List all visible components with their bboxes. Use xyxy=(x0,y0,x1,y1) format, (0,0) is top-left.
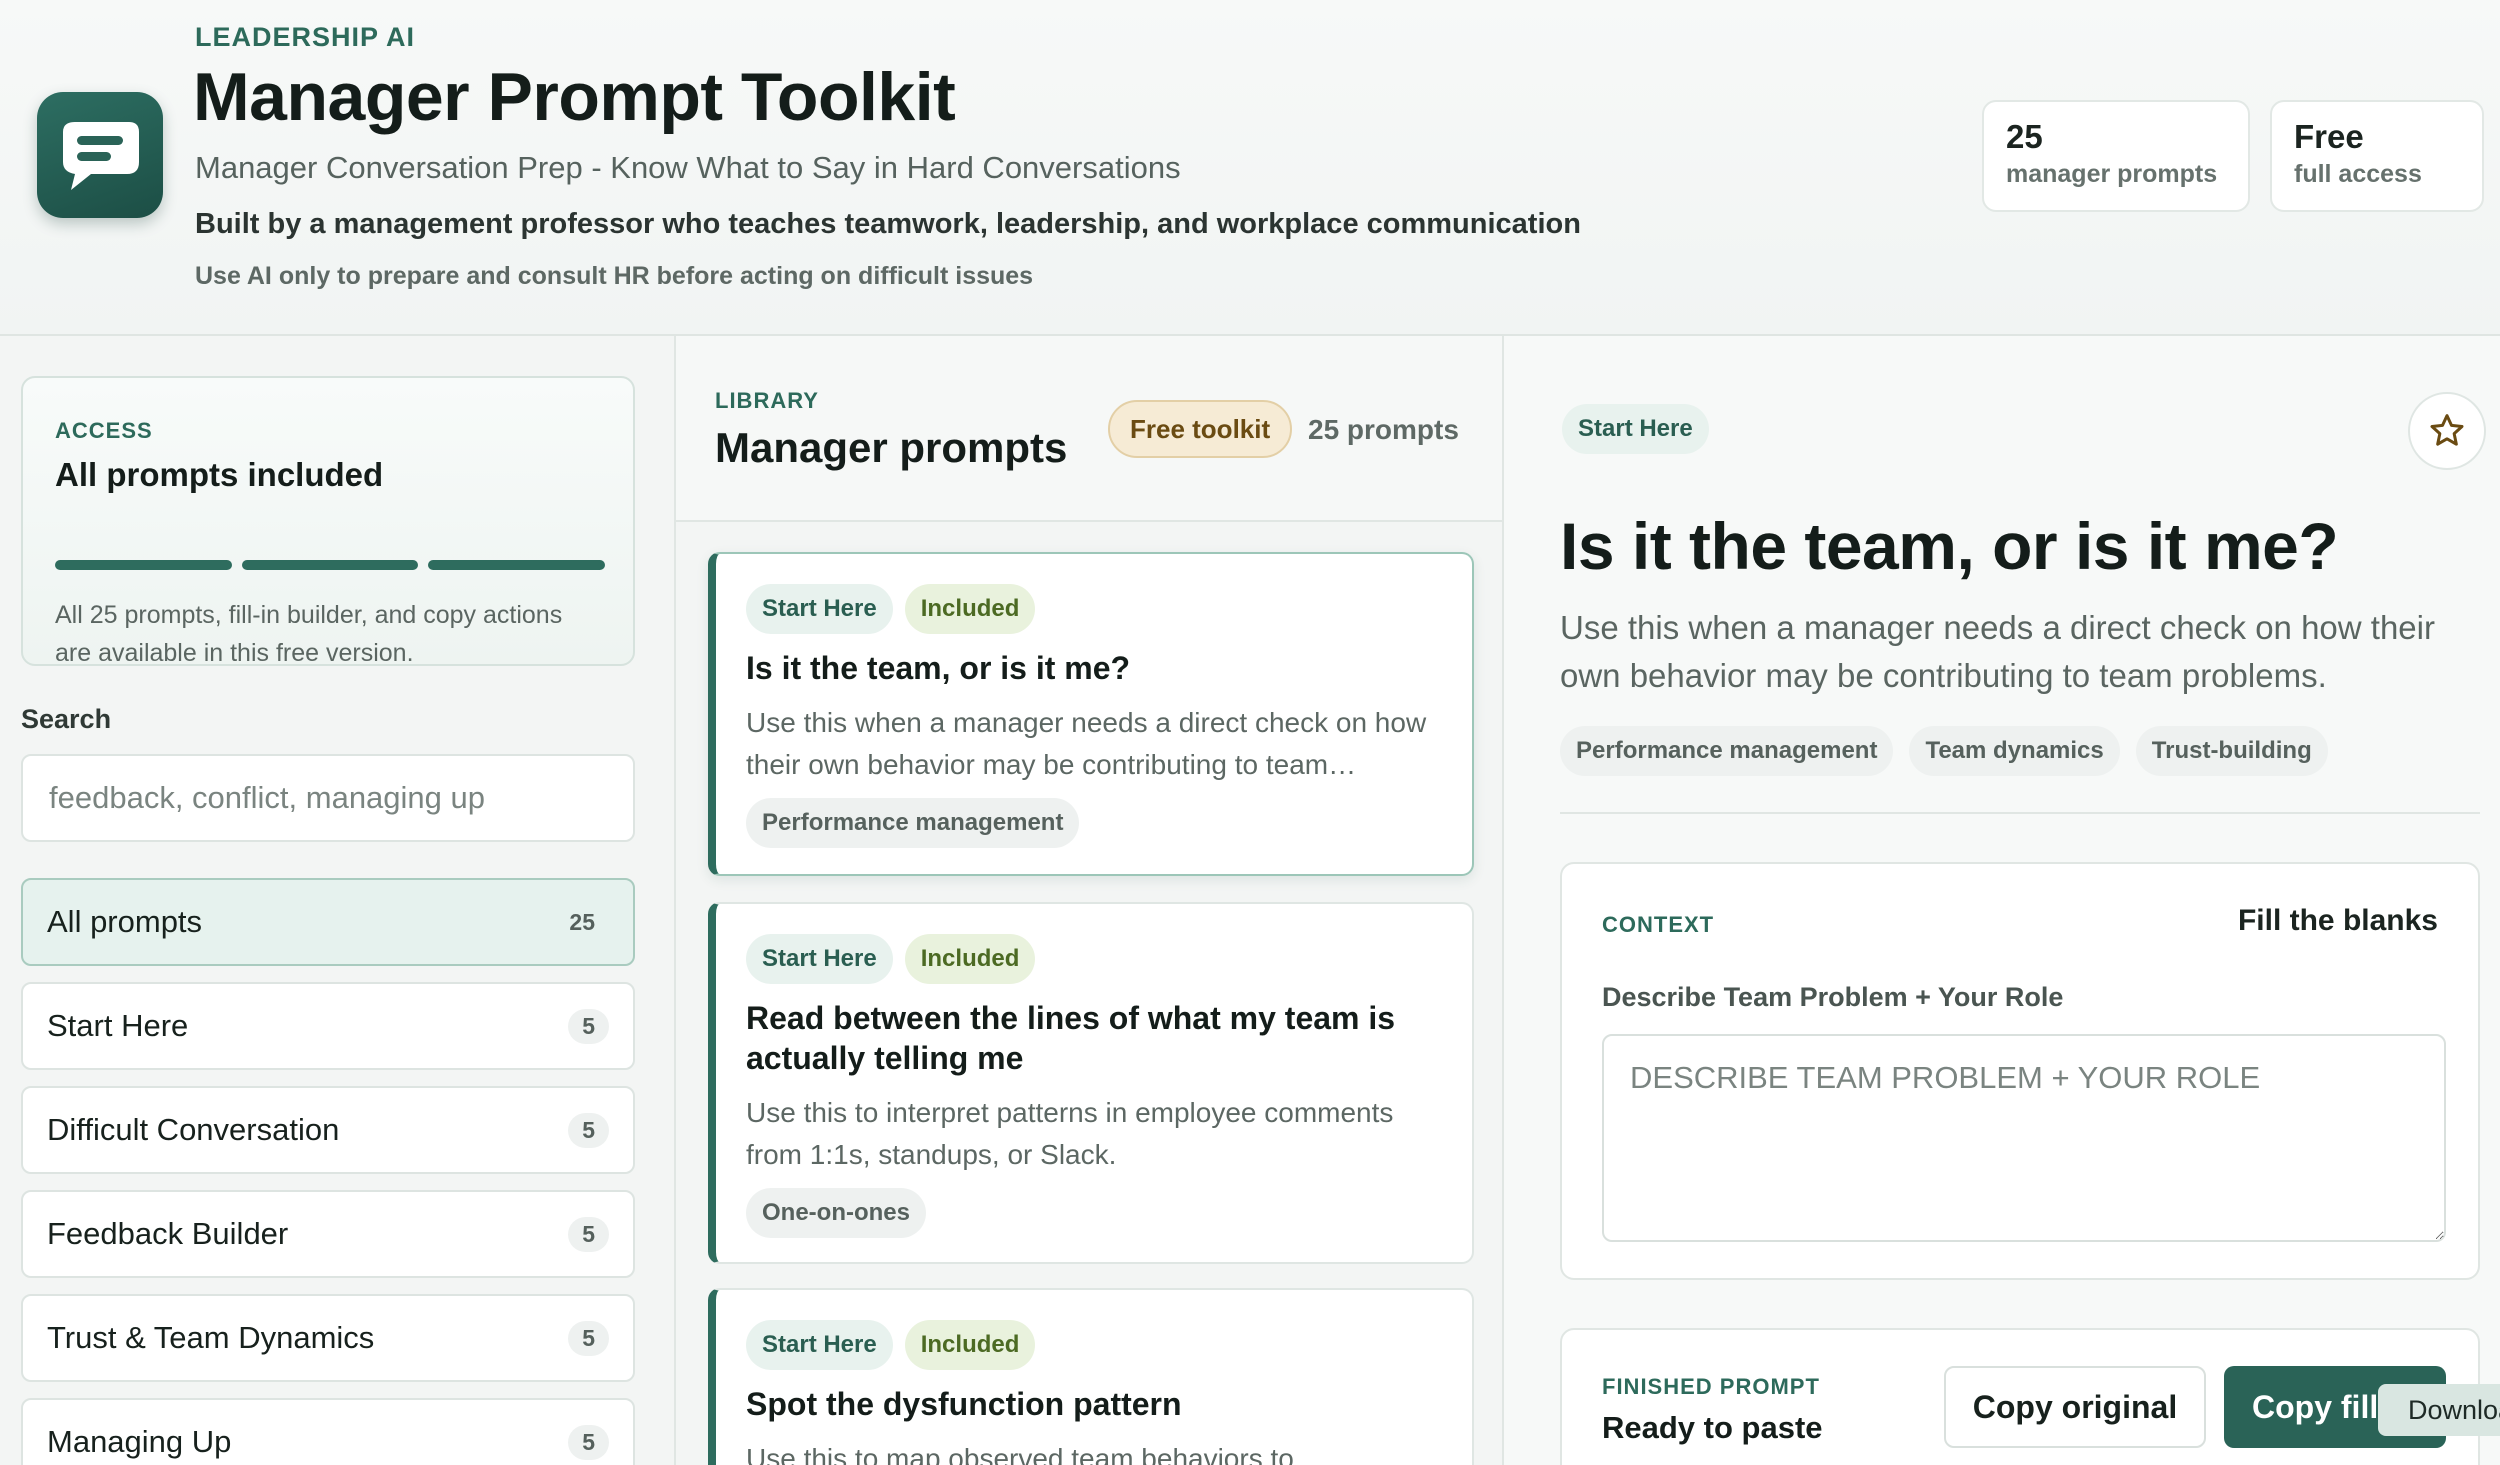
category-tag: Start Here xyxy=(746,934,893,984)
category-count: 5 xyxy=(568,1424,609,1460)
stat-card-access: Free full access xyxy=(2270,100,2484,212)
category-label: Managing Up xyxy=(47,1424,232,1459)
author-byline: Built by a management professor who teac… xyxy=(195,208,1581,240)
copy-original-button[interactable]: Copy original xyxy=(1944,1366,2206,1448)
topic-tag: Performance management xyxy=(746,798,1080,848)
field-label: Describe Team Problem + Your Role xyxy=(1602,982,2064,1012)
brand-eyebrow: LEADERSHIP AI xyxy=(195,22,416,52)
divider xyxy=(1560,812,2480,814)
access-card: ACCESS All prompts included All 25 promp… xyxy=(21,376,635,667)
detail-title: Is it the team, or is it me? xyxy=(1560,509,2339,583)
stat-label: manager prompts xyxy=(2006,160,2218,188)
hr-disclaimer: Use AI only to prepare and consult HR be… xyxy=(195,262,1034,290)
team-problem-field[interactable] xyxy=(1602,1034,2446,1242)
detail-description: Use this when a manager needs a direct c… xyxy=(1560,609,2435,694)
category-feedback-builder[interactable]: Feedback Builder 5 xyxy=(21,1190,635,1278)
favorite-button[interactable] xyxy=(2408,392,2486,470)
prompt-description: Use this to map observed team behaviors … xyxy=(746,1443,1294,1465)
prompt-description: Use this to interpret patterns in employ… xyxy=(746,1097,1394,1170)
prompt-card[interactable]: Start Here Included Read between the lin… xyxy=(708,902,1474,1264)
category-label: Feedback Builder xyxy=(47,1216,289,1251)
progress-segment xyxy=(241,560,419,570)
prompt-card[interactable]: Start Here Included Spot the dysfunction… xyxy=(708,1288,1474,1465)
topic-row: One-on-ones xyxy=(746,1188,1442,1238)
stat-label: full access xyxy=(2294,160,2422,188)
tag-row: Start Here Included xyxy=(746,934,1442,984)
page-title: Manager Prompt Toolkit xyxy=(193,59,956,135)
prompt-title: Is it the team, or is it me? xyxy=(746,650,1131,686)
page-subtitle: Manager Conversation Prep - Know What to… xyxy=(195,150,1181,185)
category-label: Trust & Team Dynamics xyxy=(47,1320,375,1355)
fill-blanks-label: Fill the blanks xyxy=(2237,904,2438,937)
tag-row: Start Here Included xyxy=(746,1320,1442,1370)
access-title: All prompts included xyxy=(55,456,384,493)
library-header: LIBRARY Manager prompts Free toolkit 25 … xyxy=(676,336,1502,522)
category-all-prompts[interactable]: All prompts 25 xyxy=(21,878,635,966)
category-tag: Start Here xyxy=(746,1320,893,1370)
free-toolkit-badge: Free toolkit xyxy=(1108,400,1293,458)
sidebar: ACCESS All prompts included All 25 promp… xyxy=(0,336,676,1465)
finished-kicker: FINISHED PROMPT xyxy=(1602,1374,1820,1399)
chat-bubble-icon xyxy=(37,92,163,218)
topic-tag: Team dynamics xyxy=(1909,726,2120,776)
detail-category-tag: Start Here xyxy=(1562,404,1709,454)
download-tooltip[interactable]: Download xyxy=(2378,1384,2500,1436)
topic-tag: Performance management xyxy=(1560,726,1894,776)
category-label: Difficult Conversation xyxy=(47,1112,340,1147)
access-kicker: ACCESS xyxy=(55,418,153,443)
stat-value: 25 xyxy=(2006,118,2043,155)
topic-tag: One-on-ones xyxy=(746,1188,926,1238)
category-label: All prompts xyxy=(47,904,203,939)
included-tag: Included xyxy=(904,1320,1036,1370)
search-input[interactable] xyxy=(21,754,635,842)
access-description: All 25 prompts, fill-in builder, and cop… xyxy=(55,601,563,667)
access-progress xyxy=(55,560,606,570)
topic-row: Performance management xyxy=(746,798,1442,848)
progress-segment xyxy=(428,560,606,570)
prompt-detail: Start Here Is it the team, or is it me? … xyxy=(1504,336,2500,1465)
prompt-title: Spot the dysfunction pattern xyxy=(746,1386,1182,1422)
ready-status: Ready to paste xyxy=(1602,1410,1823,1445)
detail-tags: Performance management Team dynamics Tru… xyxy=(1560,726,2328,776)
prompt-count: 25 prompts xyxy=(1308,414,1459,445)
context-kicker: CONTEXT xyxy=(1602,912,1715,937)
category-start-here[interactable]: Start Here 5 xyxy=(21,982,635,1070)
category-count: 25 xyxy=(569,908,595,935)
included-tag: Included xyxy=(904,934,1036,984)
progress-segment xyxy=(55,560,232,570)
prompt-library: LIBRARY Manager prompts Free toolkit 25 … xyxy=(676,336,1504,1465)
library-title: Manager prompts xyxy=(715,424,1068,471)
context-card: CONTEXT Fill the blanks Describe Team Pr… xyxy=(1560,862,2480,1280)
category-count: 5 xyxy=(568,1320,609,1356)
prompt-title: Read between the lines of what my team i… xyxy=(746,1000,1396,1076)
category-difficult-conversation[interactable]: Difficult Conversation 5 xyxy=(21,1086,635,1174)
stat-value: Free xyxy=(2294,118,2364,155)
library-kicker: LIBRARY xyxy=(715,388,819,413)
included-tag: Included xyxy=(904,584,1036,634)
category-managing-up[interactable]: Managing Up 5 xyxy=(21,1398,635,1465)
star-outline-icon xyxy=(2430,414,2464,446)
category-count: 5 xyxy=(568,1216,609,1252)
finished-prompt-card: FINISHED PROMPT Ready to paste Copy orig… xyxy=(1560,1328,2480,1465)
stat-card-prompts: 25 manager prompts xyxy=(1982,100,2250,212)
category-trust-team-dynamics[interactable]: Trust & Team Dynamics 5 xyxy=(21,1294,635,1382)
prompt-card[interactable]: Start Here Included Is it the team, or i… xyxy=(708,552,1474,876)
category-count: 5 xyxy=(568,1008,609,1044)
tag-row: Start Here Included xyxy=(746,584,1442,634)
category-tag: Start Here xyxy=(746,584,893,634)
search-label: Search xyxy=(21,704,112,734)
prompt-description: Use this when a manager needs a direct c… xyxy=(746,707,1427,780)
app-header: LEADERSHIP AI Manager Prompt Toolkit Man… xyxy=(0,0,2500,336)
category-label: Start Here xyxy=(47,1008,189,1043)
category-count: 5 xyxy=(568,1112,609,1148)
topic-tag: Trust-building xyxy=(2135,726,2328,776)
